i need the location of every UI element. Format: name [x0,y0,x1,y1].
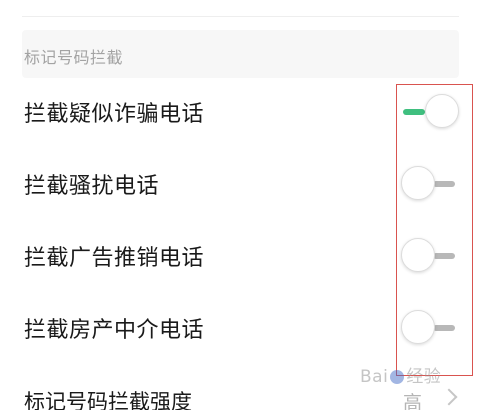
section-title: 标记号码拦截 [24,48,124,67]
setting-row-harassment[interactable]: 拦截骚扰电话 [0,148,481,220]
toggle-knob [401,310,435,344]
watermark: Bai 经验 [360,362,441,387]
toggle-harassment-calls[interactable] [401,166,459,202]
toggle-track [433,181,455,187]
intensity-value[interactable]: 高 [403,388,422,410]
top-divider [22,16,459,17]
toggle-track [433,325,455,331]
setting-row-advertising[interactable]: 拦截广告推销电话 [0,220,481,292]
paw-logo-icon [390,370,405,384]
settings-page: 标记号码拦截 拦截疑似诈骗电话 拦截骚扰电话 拦截广告推销电话 拦截房产中介电话… [0,0,481,410]
toggle-knob [401,166,435,200]
setting-row-real-estate[interactable]: 拦截房产中介电话 [0,292,481,364]
toggle-knob [425,94,459,128]
setting-label-harassment: 拦截骚扰电话 [24,174,160,199]
toggle-fraud-calls[interactable] [401,94,459,130]
toggle-real-estate-calls[interactable] [401,310,459,346]
toggle-track [433,253,455,259]
setting-label-advertising: 拦截广告推销电话 [24,246,205,271]
setting-label-fraud: 拦截疑似诈骗电话 [24,102,205,127]
setting-label-real-estate: 拦截房产中介电话 [24,318,205,343]
watermark-text-left: Bai [360,367,389,387]
intensity-label[interactable]: 标记号码拦截强度 [24,386,192,410]
toggle-advertising-calls[interactable] [401,238,459,274]
setting-row-fraud[interactable]: 拦截疑似诈骗电话 [0,76,481,148]
chevron-right-icon[interactable] [440,388,458,406]
toggle-track [403,109,425,115]
toggle-knob [401,238,435,272]
watermark-text-right: 经验 [406,367,442,387]
